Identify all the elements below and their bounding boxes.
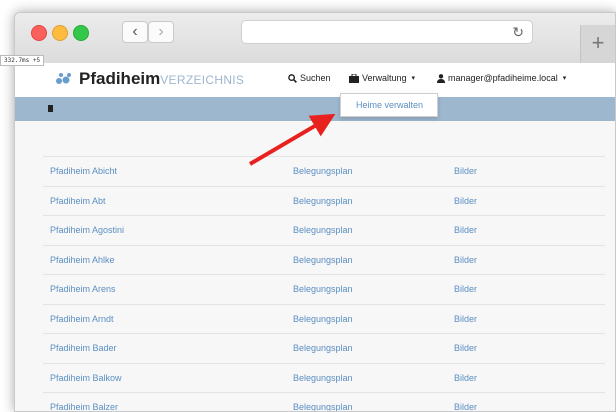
annotation-arrow xyxy=(248,113,336,166)
home-name-link[interactable]: Pfadiheim Balzer xyxy=(50,402,118,411)
pictures-link[interactable]: Bilder xyxy=(454,402,477,411)
booking-plan-link[interactable]: Belegungsplan xyxy=(293,402,353,411)
